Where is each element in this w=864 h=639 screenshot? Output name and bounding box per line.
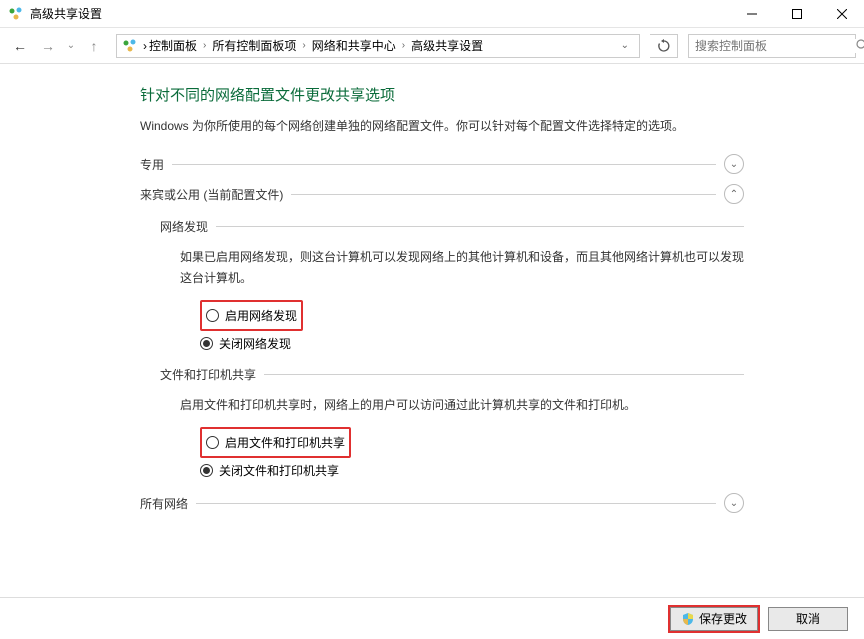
profile-guest: 来宾或公用 (当前配置文件) ⌃ 网络发现 如果已启用网络发现，则这台计算机可以… <box>140 184 744 479</box>
cancel-button-label: 取消 <box>796 610 820 627</box>
radio-group-file-sharing: 启用文件和打印机共享 关闭文件和打印机共享 <box>200 427 744 479</box>
radio-icon-selected <box>200 337 213 350</box>
breadcrumb-sep: › <box>298 40 309 51</box>
profile-guest-header[interactable]: 来宾或公用 (当前配置文件) ⌃ <box>140 184 744 204</box>
divider <box>216 226 744 227</box>
breadcrumb-item[interactable]: 控制面板 <box>147 37 199 54</box>
profile-all-networks: 所有网络 ⌄ <box>140 493 744 513</box>
forward-button[interactable]: → <box>36 34 60 58</box>
shield-icon <box>681 612 695 626</box>
radio-icon <box>206 436 219 449</box>
section-title: 网络发现 <box>160 218 208 235</box>
up-button[interactable]: ↑ <box>82 34 106 58</box>
radio-enable-discovery[interactable]: 启用网络发现 <box>206 307 297 324</box>
maximize-button[interactable] <box>774 0 819 28</box>
divider <box>172 164 716 165</box>
minimize-button[interactable] <box>729 0 774 28</box>
chevron-down-icon[interactable]: ⌄ <box>724 493 744 513</box>
cancel-button[interactable]: 取消 <box>768 607 848 631</box>
radio-label: 启用网络发现 <box>225 307 297 324</box>
window-title: 高级共享设置 <box>30 5 102 22</box>
profile-private-header[interactable]: 专用 ⌄ <box>140 154 744 174</box>
search-box[interactable] <box>688 34 856 58</box>
section-description: 启用文件和打印机共享时，网络上的用户可以访问通过此计算机共享的文件和打印机。 <box>180 395 744 415</box>
divider <box>264 374 744 375</box>
divider <box>196 503 716 504</box>
page-description: Windows 为你所使用的每个网络创建单独的网络配置文件。你可以针对每个配置文… <box>140 117 744 136</box>
section-title: 文件和打印机共享 <box>160 366 256 383</box>
control-panel-icon <box>121 37 139 55</box>
radio-label: 启用文件和打印机共享 <box>225 434 345 451</box>
highlight-enable-sharing: 启用文件和打印机共享 <box>200 427 351 458</box>
radio-disable-sharing[interactable]: 关闭文件和打印机共享 <box>200 462 744 479</box>
history-dropdown[interactable]: ⌄ <box>64 40 78 51</box>
profile-guest-label: 来宾或公用 (当前配置文件) <box>140 186 283 203</box>
profile-private: 专用 ⌄ <box>140 154 744 174</box>
refresh-button[interactable] <box>650 34 678 58</box>
footer: 保存更改 取消 <box>0 597 864 639</box>
app-icon <box>8 6 24 22</box>
navbar: ← → ⌄ ↑ › 控制面板 › 所有控制面板项 › 网络和共享中心 › 高级共… <box>0 28 864 64</box>
breadcrumb-sep: › <box>398 40 409 51</box>
chevron-down-icon[interactable]: ⌄ <box>724 154 744 174</box>
radio-icon-selected <box>200 464 213 477</box>
section-header: 网络发现 <box>160 218 744 235</box>
section-network-discovery: 网络发现 如果已启用网络发现，则这台计算机可以发现网络上的其他计算机和设备，而且… <box>160 218 744 352</box>
titlebar: 高级共享设置 <box>0 0 864 28</box>
section-file-sharing: 文件和打印机共享 启用文件和打印机共享时，网络上的用户可以访问通过此计算机共享的… <box>160 366 744 479</box>
search-input[interactable] <box>689 39 856 53</box>
window-controls <box>729 0 864 28</box>
breadcrumb-item[interactable]: 高级共享设置 <box>409 37 485 54</box>
save-button[interactable]: 保存更改 <box>670 607 758 631</box>
profile-all-label: 所有网络 <box>140 495 188 512</box>
content-area: 针对不同的网络配置文件更改共享选项 Windows 为你所使用的每个网络创建单独… <box>0 64 864 513</box>
breadcrumb-item[interactable]: 网络和共享中心 <box>310 37 398 54</box>
radio-enable-sharing[interactable]: 启用文件和打印机共享 <box>206 434 345 451</box>
back-button[interactable]: ← <box>8 34 32 58</box>
chevron-up-icon[interactable]: ⌃ <box>724 184 744 204</box>
section-header: 文件和打印机共享 <box>160 366 744 383</box>
address-bar[interactable]: › 控制面板 › 所有控制面板项 › 网络和共享中心 › 高级共享设置 ⌄ <box>116 34 640 58</box>
profile-private-label: 专用 <box>140 156 164 173</box>
address-dropdown[interactable]: ⌄ <box>615 40 635 51</box>
radio-label: 关闭网络发现 <box>219 335 291 352</box>
radio-group-network-discovery: 启用网络发现 关闭网络发现 <box>200 300 744 352</box>
radio-label: 关闭文件和打印机共享 <box>219 462 339 479</box>
divider <box>291 194 716 195</box>
breadcrumb-sep: › <box>199 40 210 51</box>
section-description: 如果已启用网络发现，则这台计算机可以发现网络上的其他计算机和设备，而且其他网络计… <box>180 247 744 288</box>
search-icon[interactable] <box>856 39 864 52</box>
highlight-enable-discovery: 启用网络发现 <box>200 300 303 331</box>
radio-icon <box>206 309 219 322</box>
close-button[interactable] <box>819 0 864 28</box>
breadcrumb-item[interactable]: 所有控制面板项 <box>210 37 298 54</box>
profile-all-header[interactable]: 所有网络 ⌄ <box>140 493 744 513</box>
breadcrumb: 控制面板 › 所有控制面板项 › 网络和共享中心 › 高级共享设置 <box>147 37 615 54</box>
page-title: 针对不同的网络配置文件更改共享选项 <box>140 84 744 105</box>
save-button-label: 保存更改 <box>699 610 747 627</box>
radio-disable-discovery[interactable]: 关闭网络发现 <box>200 335 744 352</box>
